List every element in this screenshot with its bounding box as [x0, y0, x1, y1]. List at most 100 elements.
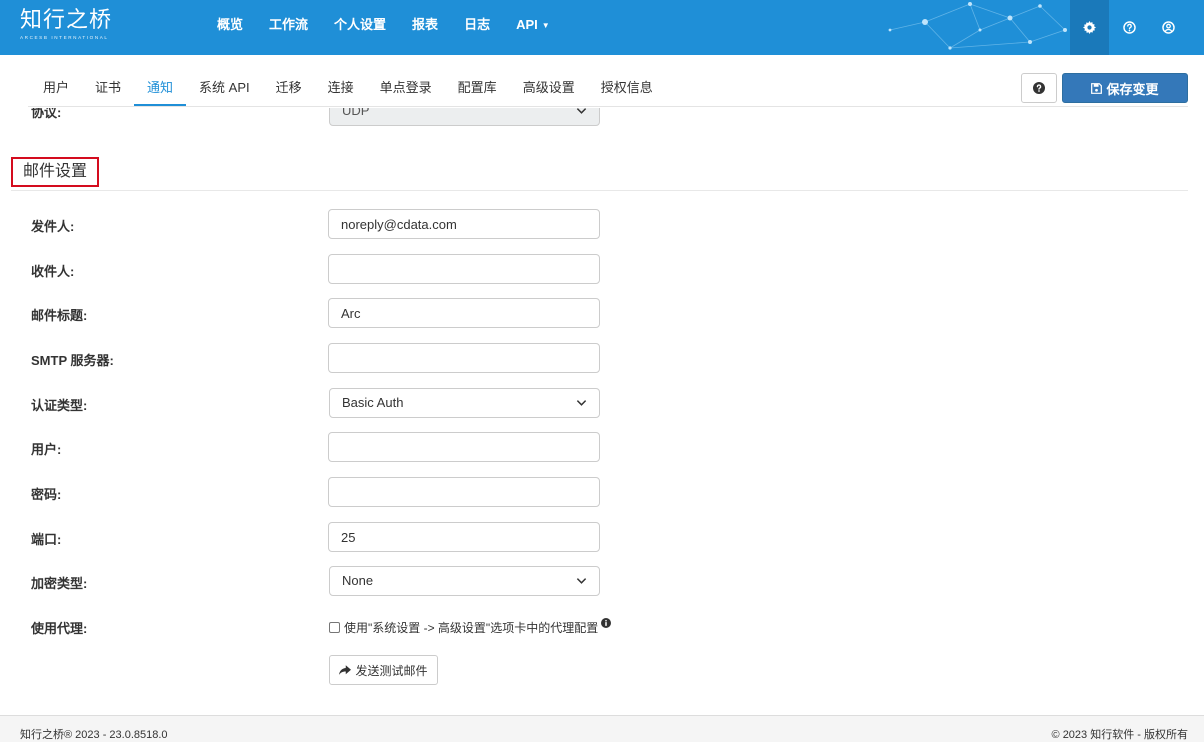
- main-nav: 概览 工作流 个人设置 报表 日志 API ▼: [204, 0, 563, 55]
- tab-connections[interactable]: 连接: [315, 55, 367, 106]
- logo-text: 知行之桥: [20, 8, 113, 33]
- footer-version: 知行之桥® 2023 - 23.0.8518.0: [20, 729, 168, 741]
- port-input[interactable]: [328, 522, 600, 552]
- recipient-input[interactable]: [328, 254, 600, 284]
- user-label: 用户:: [31, 442, 62, 457]
- user-input[interactable]: [328, 432, 600, 462]
- sender-input[interactable]: [328, 209, 600, 239]
- help-button[interactable]: [1021, 73, 1057, 103]
- tab-certificates[interactable]: 证书: [82, 55, 134, 106]
- subject-input[interactable]: [328, 298, 600, 328]
- protocol-row: 协议: UDP: [0, 108, 1204, 126]
- user-row: 用户:: [0, 432, 1204, 462]
- footer: 知行之桥® 2023 - 23.0.8518.0 © 2023 知行软件 - 版…: [0, 715, 1204, 742]
- tab-license[interactable]: 授权信息: [588, 55, 666, 106]
- user-circle-icon: [1162, 21, 1175, 34]
- proxy-row: 使用代理: 使用"系统设置 -> 高级设置"选项卡中的代理配置: [0, 611, 1204, 641]
- encryption-row: 加密类型: None: [0, 566, 1204, 596]
- tab-advanced[interactable]: 高级设置: [510, 55, 588, 106]
- nav-reports[interactable]: 报表: [399, 0, 451, 55]
- notification-settings-content[interactable]: 协议: UDP 邮件设置 发件人: 收件人: 邮件标题: SMTP 服务器: 认…: [0, 108, 1204, 715]
- proxy-label: 使用代理:: [31, 621, 88, 636]
- tab-system-api[interactable]: 系统 API: [186, 55, 263, 106]
- smtp-label: SMTP 服务器:: [31, 353, 114, 368]
- top-navbar: 知行之桥 ARCESB INTERNATIONAL 概览 工作流 个人设置 报表…: [0, 0, 1204, 55]
- question-circle-icon: [1033, 82, 1045, 94]
- tab-label: 单点登录: [379, 80, 432, 95]
- tab-notifications[interactable]: 通知: [134, 55, 187, 106]
- tab-sso[interactable]: 单点登录: [367, 55, 445, 106]
- caret-down-icon: ▼: [541, 21, 550, 30]
- password-row: 密码:: [0, 477, 1204, 507]
- protocol-select[interactable]: UDP: [329, 108, 600, 126]
- save-label: 保存变更: [1106, 81, 1159, 97]
- subject-row: 邮件标题:: [0, 298, 1204, 328]
- tabbar-divider: [28, 106, 1188, 107]
- settings-tabs: 用户 证书 通知 系统 API 迁移 连接 单点登录 配置库 高级设置 授权信息: [30, 55, 666, 108]
- logo-subtext: ARCESB INTERNATIONAL: [20, 35, 109, 40]
- use-proxy-checkbox[interactable]: [329, 622, 340, 633]
- password-label: 密码:: [31, 487, 62, 502]
- network-decoration: [888, 2, 1067, 50]
- auth-type-select[interactable]: Basic Auth: [329, 388, 600, 418]
- tab-label: 配置库: [457, 80, 497, 95]
- brand-logo[interactable]: 知行之桥 ARCESB INTERNATIONAL: [20, 8, 112, 40]
- chevron-down-icon: [576, 578, 587, 584]
- send-test-email-button[interactable]: 发送测试邮件: [329, 655, 438, 685]
- nav-profile[interactable]: 个人设置: [321, 0, 399, 55]
- smtp-server-input[interactable]: [328, 343, 600, 373]
- auth-type-row: 认证类型: Basic Auth: [0, 388, 1204, 418]
- help-nav-button[interactable]: [1110, 0, 1149, 55]
- nav-label: 个人设置: [334, 17, 387, 32]
- user-menu-button[interactable]: [1149, 0, 1188, 55]
- email-section-title: 邮件设置: [11, 157, 100, 187]
- footer-copyright: © 2023 知行软件 - 版权所有: [1051, 729, 1188, 741]
- encryption-select[interactable]: None: [329, 566, 600, 596]
- info-circle-icon[interactable]: [601, 617, 612, 628]
- tab-label: 迁移: [275, 80, 302, 95]
- tab-label: 证书: [95, 80, 122, 95]
- nav-label: 概览: [217, 17, 244, 32]
- recipient-label: 收件人:: [31, 264, 75, 279]
- tab-label: 通知: [147, 80, 174, 95]
- recipient-row: 收件人:: [0, 254, 1204, 284]
- share-arrow-icon: [339, 664, 352, 675]
- use-proxy-option[interactable]: 使用"系统设置 -> 高级设置"选项卡中的代理配置: [329, 617, 612, 636]
- tab-users[interactable]: 用户: [30, 55, 82, 106]
- tab-label: 连接: [327, 80, 354, 95]
- section-divider: [11, 190, 1188, 191]
- floppy-disk-icon: [1091, 82, 1103, 94]
- encryption-value: None: [342, 573, 374, 588]
- port-label: 端口:: [31, 532, 62, 547]
- nav-workflow[interactable]: 工作流: [256, 0, 321, 55]
- send-test-label: 发送测试邮件: [355, 663, 428, 678]
- save-changes-button[interactable]: 保存变更: [1062, 73, 1188, 103]
- nav-label: 报表: [412, 17, 439, 32]
- nav-logs[interactable]: 日志: [451, 0, 503, 55]
- smtp-row: SMTP 服务器:: [0, 343, 1204, 373]
- port-row: 端口:: [0, 522, 1204, 552]
- gear-icon: [1083, 21, 1096, 34]
- password-input[interactable]: [328, 477, 600, 507]
- nav-label: 日志: [464, 17, 491, 32]
- auth-type-value: Basic Auth: [342, 395, 404, 410]
- settings-tabbar: 用户 证书 通知 系统 API 迁移 连接 单点登录 配置库 高级设置 授权信息…: [0, 55, 1204, 108]
- subject-label: 邮件标题:: [31, 308, 88, 323]
- nav-label: API: [516, 17, 538, 32]
- tab-label: 授权信息: [600, 80, 653, 95]
- tab-label: 系统 API: [199, 80, 250, 95]
- auth-type-label: 认证类型:: [31, 398, 88, 413]
- nav-label: 工作流: [269, 17, 309, 32]
- sender-row: 发件人:: [0, 209, 1204, 239]
- settings-button[interactable]: [1070, 0, 1109, 55]
- protocol-value: UDP: [342, 108, 370, 118]
- sender-label: 发件人:: [31, 219, 75, 234]
- use-proxy-text: 使用"系统设置 -> 高级设置"选项卡中的代理配置: [344, 621, 599, 635]
- tab-migration[interactable]: 迁移: [263, 55, 315, 106]
- tab-config-repo[interactable]: 配置库: [445, 55, 510, 106]
- question-circle-icon: [1123, 21, 1136, 34]
- nav-overview[interactable]: 概览: [204, 0, 256, 55]
- nav-api-dropdown[interactable]: API ▼: [503, 0, 563, 55]
- tab-label: 用户: [43, 80, 70, 95]
- chevron-down-icon: [576, 108, 587, 114]
